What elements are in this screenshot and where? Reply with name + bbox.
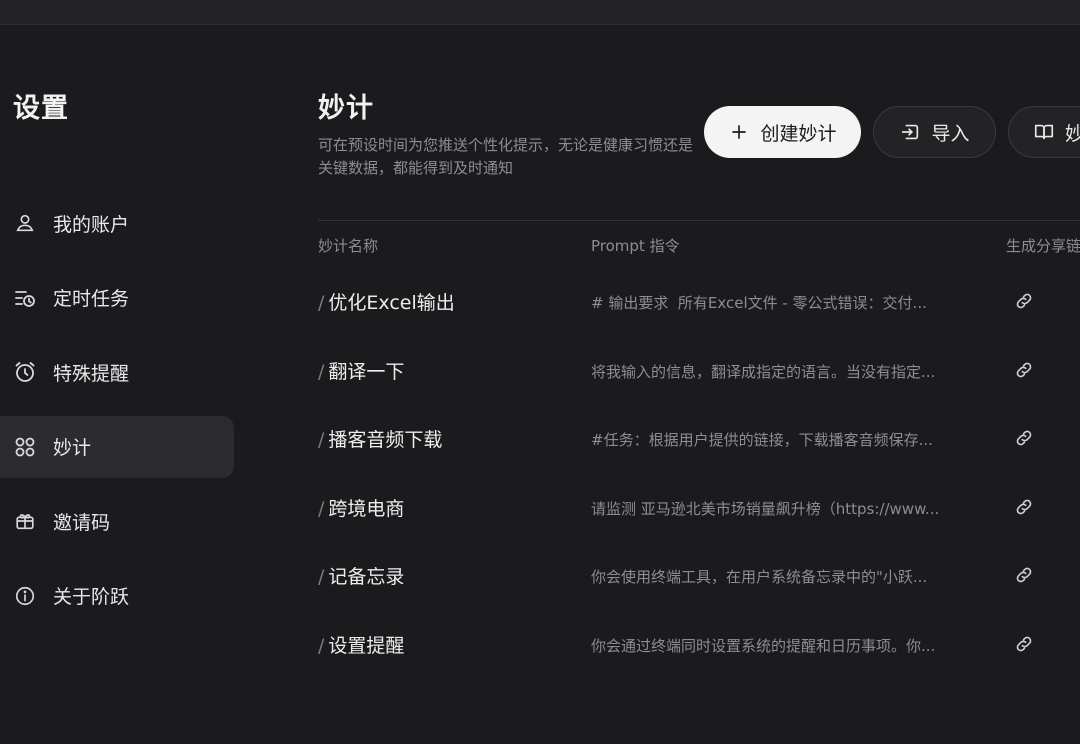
import-label: 导入 xyxy=(931,122,970,145)
sidebar-nav: 我的账户 定时任务 特殊提醒 妙计 邀请码 关于阶跃 xyxy=(0,192,234,639)
plus-icon xyxy=(728,121,750,143)
tip-name: / 优化Excel输出 xyxy=(318,292,455,314)
tip-prompt: # 输出要求 ￼ 所有Excel文件 - 零公式错误：交付... xyxy=(591,294,927,312)
tip-name: / 记备忘录 xyxy=(318,566,405,589)
link-icon[interactable] xyxy=(1012,426,1036,450)
page-description: 可在预设时间为您推送个性化提示，无论是健康习惯还是关键数据，都能得到及时通知 xyxy=(318,136,694,177)
tip-name: / 翻译一下 xyxy=(318,360,405,383)
table-row[interactable]: / 跨境电商 请监测 亚马逊北美市场销量飙升榜（https://www... xyxy=(318,474,1080,543)
scheduled-task-icon xyxy=(13,286,37,310)
table-row[interactable]: / 播客音频下载 #任务：根据用户提供的链接，下载播客音频保存... xyxy=(318,405,1080,474)
import-icon xyxy=(899,121,921,143)
link-icon[interactable] xyxy=(1012,358,1036,382)
link-icon[interactable] xyxy=(1012,563,1036,587)
grid-icon xyxy=(13,435,37,459)
import-button[interactable]: 导入 xyxy=(873,106,996,158)
settings-page: 设置 我的账户 定时任务 特殊提醒 妙计 邀请码 关于阶跃 妙计 可在预设时间为… xyxy=(0,0,1080,744)
gift-icon xyxy=(13,509,37,533)
link-icon[interactable] xyxy=(1012,289,1036,313)
table-row[interactable]: / 记备忘录 你会使用终端工具，在用户系统备忘录中的"小跃... xyxy=(318,542,1080,611)
tips-table: / 优化Excel输出 # 输出要求 ￼ 所有Excel文件 - 零公式错误：交付… xyxy=(318,268,1080,680)
sidebar-title: 设置 xyxy=(13,93,69,124)
page-title: 妙计 xyxy=(318,93,374,124)
sidebar-item-scheduled-tasks[interactable]: 定时任务 xyxy=(0,267,234,329)
sidebar-item-about[interactable]: 关于阶跃 xyxy=(0,565,234,627)
tips-library-button[interactable]: 妙 xyxy=(1008,106,1080,158)
user-icon xyxy=(13,211,37,235)
link-icon[interactable] xyxy=(1012,495,1036,519)
sidebar-item-special-reminders[interactable]: 特殊提醒 xyxy=(0,341,234,403)
tip-prompt: 你会通过终端同时设置系统的提醒和日历事项。你... xyxy=(591,636,936,655)
tip-name: / 跨境电商 xyxy=(318,497,405,520)
create-tip-label: 创建妙计 xyxy=(760,122,837,145)
column-header-name: 妙计名称 xyxy=(318,237,379,255)
sidebar-item-invite-code[interactable]: 邀请码 xyxy=(0,490,234,552)
create-tip-button[interactable]: 创建妙计 xyxy=(704,106,861,158)
sidebar-item-label: 定时任务 xyxy=(53,288,130,310)
table-row[interactable]: / 设置提醒 你会通过终端同时设置系统的提醒和日历事项。你... xyxy=(318,611,1080,680)
header-divider xyxy=(318,220,1080,221)
info-icon xyxy=(13,584,37,608)
tip-name: / 播客音频下载 xyxy=(318,429,443,452)
alarm-clock-icon xyxy=(13,360,37,384)
table-row[interactable]: / 优化Excel输出 # 输出要求 ￼ 所有Excel文件 - 零公式错误：交付… xyxy=(318,268,1080,337)
tip-prompt: 将我输入的信息，翻译成指定的语言。当没有指定... xyxy=(591,362,936,381)
sidebar-item-tips[interactable]: 妙计 xyxy=(0,415,234,478)
tip-prompt: #任务：根据用户提供的链接，下载播客音频保存... xyxy=(591,431,933,450)
column-header-prompt: Prompt 指令 xyxy=(591,237,680,255)
sidebar-item-label: 邀请码 xyxy=(53,511,111,534)
sidebar-item-label: 特殊提醒 xyxy=(53,362,130,385)
tip-prompt: 你会使用终端工具，在用户系统备忘录中的"小跃... xyxy=(591,568,928,587)
tips-library-label: 妙 xyxy=(1065,122,1080,145)
sidebar-item-label: 关于阶跃 xyxy=(53,586,130,608)
column-header-share: 生成分享链 xyxy=(1006,237,1080,255)
tip-prompt: 请监测 亚马逊北美市场销量飙升榜（https://www... xyxy=(591,499,940,518)
sidebar-item-label: 妙计 xyxy=(53,437,92,459)
tip-name: / 设置提醒 xyxy=(318,634,405,657)
window-top-bar xyxy=(0,0,1080,25)
book-icon xyxy=(1033,121,1055,143)
link-icon[interactable] xyxy=(1012,632,1036,656)
sidebar-item-account[interactable]: 我的账户 xyxy=(0,192,234,254)
table-row[interactable]: / 翻译一下 将我输入的信息，翻译成指定的语言。当没有指定... xyxy=(318,337,1080,406)
sidebar-item-label: 我的账户 xyxy=(53,213,130,236)
